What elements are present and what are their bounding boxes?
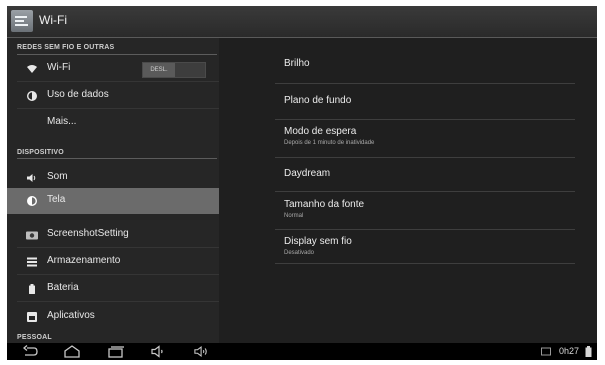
settings-sidebar: REDES SEM FIO E OUTRAS Wi-Fi DESL. Uso d… <box>7 38 219 343</box>
section-header-device: DISPOSITIVO <box>17 149 64 156</box>
setting-subtitle: Depois de 1 minuto de inatividade <box>284 140 375 146</box>
setting-font-size[interactable]: Tamanho da fonte Normal <box>275 192 575 230</box>
battery-status-icon <box>585 346 592 357</box>
setting-title: Modo de espera <box>284 126 357 137</box>
setting-subtitle: Desativado <box>284 250 315 256</box>
sidebar-item-display[interactable]: Tela <box>7 188 219 214</box>
wifi-toggle-state: DESL. <box>143 63 175 77</box>
sidebar-item-label: Wi-Fi <box>47 62 71 73</box>
settings-app-icon[interactable] <box>11 10 33 32</box>
notification-icon[interactable] <box>541 347 551 356</box>
sidebar-item-label: Bateria <box>47 282 79 293</box>
display-settings-pane: Brilho Plano de fundo Modo de espera Dep… <box>219 38 597 343</box>
status-clock: 0h27 <box>559 346 580 356</box>
setting-brightness[interactable]: Brilho <box>275 46 575 84</box>
recent-apps-icon[interactable] <box>108 345 124 358</box>
setting-subtitle: Normal <box>284 213 304 219</box>
sidebar-item-more[interactable]: Mais... <box>7 110 219 136</box>
data-usage-icon <box>27 91 37 101</box>
sidebar-item-wifi[interactable]: Wi-Fi DESL. <box>7 56 219 82</box>
back-icon[interactable] <box>23 345 39 358</box>
sidebar-item-label: Aplicativos <box>47 310 95 321</box>
apps-icon <box>27 312 37 322</box>
sidebar-item-screenshot-setting[interactable]: ScreenshotSetting <box>7 222 219 248</box>
setting-title: Daydream <box>284 168 331 179</box>
setting-title: Plano de fundo <box>284 95 352 106</box>
title-bar: Wi-Fi <box>7 6 597 38</box>
wifi-toggle[interactable]: DESL. <box>142 62 206 78</box>
setting-wallpaper[interactable]: Plano de fundo <box>275 84 575 120</box>
section-divider <box>17 54 217 55</box>
sidebar-item-label: Armazenamento <box>47 255 121 266</box>
home-icon[interactable] <box>64 345 80 358</box>
battery-icon <box>29 284 35 294</box>
sidebar-item-label: ScreenshotSetting <box>47 228 129 239</box>
setting-wireless-display[interactable]: Display sem fio Desativado <box>275 230 575 264</box>
volume-up-icon[interactable] <box>194 345 210 358</box>
setting-title: Tamanho da fonte <box>284 199 365 210</box>
sidebar-item-label: Mais... <box>47 116 77 127</box>
setting-daydream[interactable]: Daydream <box>275 158 575 192</box>
sidebar-item-storage[interactable]: Armazenamento <box>7 249 219 275</box>
wifi-icon <box>27 65 37 73</box>
setting-title: Display sem fio <box>284 236 352 247</box>
setting-title: Brilho <box>284 58 310 69</box>
section-header-personal: PESSOAL <box>17 334 52 341</box>
sidebar-item-data-usage[interactable]: Uso de dados <box>7 83 219 109</box>
volume-down-icon[interactable] <box>151 345 167 358</box>
section-divider <box>17 158 217 159</box>
sidebar-item-battery[interactable]: Bateria <box>7 276 219 302</box>
camera-icon <box>26 231 38 240</box>
section-header-wireless: REDES SEM FIO E OUTRAS <box>17 44 115 51</box>
sidebar-item-apps[interactable]: Aplicativos <box>7 304 219 330</box>
brightness-icon <box>27 196 37 206</box>
speaker-icon <box>27 174 36 182</box>
sidebar-item-label: Uso de dados <box>47 89 109 100</box>
setting-sleep[interactable]: Modo de espera Depois de 1 minuto de ina… <box>275 120 575 158</box>
window-title: Wi-Fi <box>39 13 67 27</box>
sidebar-item-label: Tela <box>47 194 66 205</box>
system-nav-bar: 0h27 <box>7 343 597 360</box>
storage-icon <box>27 257 37 267</box>
sidebar-item-label: Som <box>47 171 68 182</box>
android-settings-screen: Wi-Fi REDES SEM FIO E OUTRAS Wi-Fi DESL.… <box>7 6 597 360</box>
